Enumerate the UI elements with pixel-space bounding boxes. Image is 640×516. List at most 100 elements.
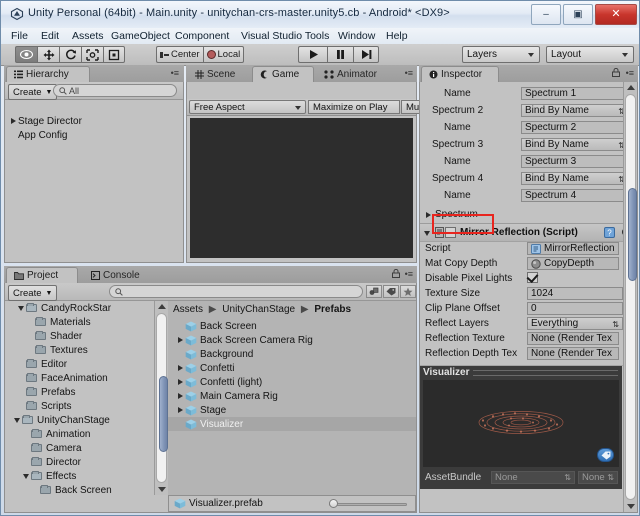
folder-item-editor[interactable]: Editor (5, 357, 154, 371)
folder-item-shader[interactable]: Shader (5, 329, 154, 343)
scrollbar-thumb[interactable] (159, 376, 168, 452)
chevron-right-icon[interactable] (176, 333, 185, 347)
chevron-right-icon[interactable] (176, 361, 185, 375)
hierarchy-create-button[interactable]: Create ▼ (8, 84, 58, 100)
rotate-tool-button[interactable] (59, 46, 81, 63)
tab-scene[interactable]: Scene (188, 66, 250, 82)
chevron-right-icon[interactable] (176, 375, 185, 389)
row-text-field[interactable]: Spectrum 4 (521, 189, 623, 202)
row-dropdown[interactable]: Everything ⇅ (527, 317, 623, 330)
preview-header[interactable]: Visualizer (420, 366, 622, 379)
tab-animator[interactable]: Animator (317, 66, 387, 82)
chevron-right-icon[interactable] (176, 389, 185, 403)
disable-pixel-lights-checkbox[interactable] (527, 272, 538, 283)
help-icon[interactable]: ? (604, 227, 615, 241)
folder-item-back-screen[interactable]: Back Screen (5, 483, 154, 495)
row-dropdown[interactable]: Bind By Name ⇅ (521, 138, 623, 151)
object-filter-icon[interactable] (366, 285, 382, 298)
scrollbar-thumb[interactable] (628, 188, 637, 281)
project-options-icon[interactable]: •≡ (405, 270, 413, 279)
layout-dropdown[interactable]: Layout (546, 46, 634, 63)
row-text-field[interactable]: Specturm 3 (521, 155, 623, 168)
preview-lighting-toggle[interactable] (597, 448, 614, 462)
folder-item-camera[interactable]: Camera (5, 441, 154, 455)
row-dropdown[interactable]: Bind By Name ⇅ (521, 104, 623, 117)
scrollbar-track[interactable] (156, 313, 168, 483)
asset-item-back-screen[interactable]: Back Screen (168, 319, 416, 333)
folder-item-candyrockstar[interactable]: CandyRockStar (5, 301, 154, 315)
layers-dropdown[interactable]: Layers (462, 46, 540, 63)
breadcrumb-assets[interactable]: Assets (173, 304, 203, 315)
project-create-button[interactable]: Create ▼ (8, 285, 58, 301)
chevron-down-icon[interactable] (423, 226, 432, 240)
chevron-down-icon[interactable] (22, 469, 31, 483)
slider-track[interactable] (329, 503, 407, 506)
folder-item-unitychanstage[interactable]: UnityChanStage (5, 413, 154, 427)
move-tool-button[interactable] (37, 46, 59, 63)
maximize-on-play-button[interactable]: Maximize on Play (308, 100, 400, 114)
hierarchy-item-app-config[interactable]: App Config (5, 128, 183, 142)
menu-item-edit[interactable]: Edit (39, 30, 61, 42)
pivot-mode-button[interactable]: Center (156, 46, 203, 63)
maximize-button[interactable]: ▣ (563, 4, 593, 25)
hierarchy-item-stage-director[interactable]: Stage Director (5, 114, 183, 128)
folder-item-director[interactable]: Director (5, 455, 154, 469)
tab-inspector[interactable]: Inspector (421, 66, 499, 82)
slider-knob[interactable] (329, 499, 338, 508)
row-object-field[interactable]: MirrorReflection (527, 242, 619, 255)
game-options-icon[interactable]: •≡ (405, 69, 413, 78)
asset-item-main-camera-rig[interactable]: Main Camera Rig (168, 389, 416, 403)
row-text-field[interactable]: Specturm 2 (521, 121, 623, 134)
asset-item-confetti-light[interactable]: Confetti (light) (168, 375, 416, 389)
breadcrumb-unitychanstage[interactable]: UnityChanStage (222, 304, 295, 315)
row-text-field[interactable]: 0 (527, 302, 623, 315)
assetbundle-variant-dropdown[interactable]: None ⇅ (578, 471, 618, 484)
hierarchy-search-input[interactable]: All (53, 84, 177, 97)
tab-hierarchy[interactable]: Hierarchy (6, 66, 90, 82)
asset-zoom-slider[interactable] (329, 499, 407, 509)
row-object-field[interactable]: None (Render Tex (527, 347, 619, 360)
project-tree-scrollbar[interactable] (154, 301, 168, 495)
aspect-dropdown[interactable]: Free Aspect (189, 100, 306, 114)
play-button[interactable] (298, 46, 327, 63)
folder-item-prefabs[interactable]: Prefabs (5, 385, 154, 399)
chevron-right-icon[interactable] (176, 403, 185, 417)
tab-project[interactable]: Project (6, 267, 78, 283)
tab-game[interactable]: Game (252, 66, 314, 82)
pivot-space-button[interactable]: Local (202, 46, 245, 63)
folder-item-materials[interactable]: Materials (5, 315, 154, 329)
menu-item-window[interactable]: Window (336, 30, 377, 42)
menu-item-gameobject[interactable]: GameObject (109, 30, 172, 42)
row-object-field[interactable]: None (Render Tex (527, 332, 619, 345)
row-text-field[interactable]: Spectrum 1 (521, 87, 623, 100)
asset-item-back-screen-camera-rig[interactable]: Back Screen Camera Rig (168, 333, 416, 347)
tab-console[interactable]: Console (84, 267, 156, 283)
label-filter-icon[interactable] (383, 285, 399, 298)
favorite-filter-icon[interactable] (400, 285, 416, 298)
folder-item-effects[interactable]: Effects (5, 469, 154, 483)
row-dropdown[interactable]: Bind By Name ⇅ (521, 172, 623, 185)
chevron-right-icon[interactable] (9, 114, 18, 128)
preview-drag-handle[interactable] (472, 369, 618, 376)
asset-item-background[interactable]: Background (168, 347, 416, 361)
project-search-input[interactable] (109, 285, 363, 298)
folder-item-animation[interactable]: Animation (5, 427, 154, 441)
lock-icon[interactable] (392, 268, 400, 280)
scroll-down-arrow-icon[interactable] (158, 487, 166, 492)
asset-item-stage[interactable]: Stage (168, 403, 416, 417)
breadcrumb-prefabs[interactable]: Prefabs (314, 304, 351, 315)
menu-item-component[interactable]: Component (173, 30, 231, 42)
close-button[interactable]: ✕ (595, 4, 637, 25)
scroll-up-arrow-icon[interactable] (158, 304, 166, 309)
asset-item-visualizer[interactable]: Visualizer (168, 417, 416, 431)
inspector-options-icon[interactable]: •≡ (626, 69, 634, 78)
asset-item-confetti[interactable]: Confetti (168, 361, 416, 375)
inspector-scrollbar[interactable] (623, 82, 637, 512)
rect-tool-button[interactable] (103, 46, 125, 63)
preview-render-area[interactable] (423, 380, 619, 467)
assetbundle-name-dropdown[interactable]: None ⇅ (491, 471, 575, 484)
scale-tool-button[interactable] (81, 46, 103, 63)
folder-item-textures[interactable]: Textures (5, 343, 154, 357)
pause-button[interactable] (327, 46, 353, 63)
row-text-field[interactable]: 1024 (527, 287, 623, 300)
